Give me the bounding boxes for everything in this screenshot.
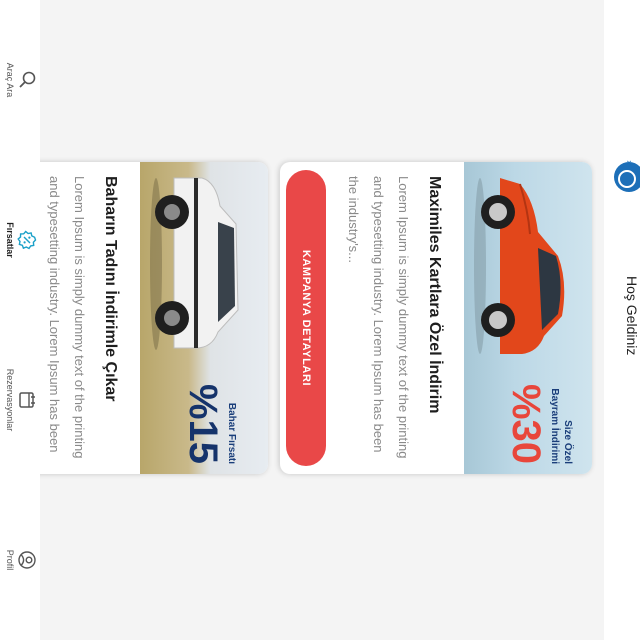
nav-label: Fırsatlar <box>5 222 15 258</box>
discount-promo: Bahar Fırsatı %15 <box>181 384 238 464</box>
app-header: × Hoş Geldiniz <box>604 0 640 640</box>
discount-percentage: %30 <box>504 383 548 464</box>
logo-close-icon[interactable]: × <box>624 160 634 165</box>
bottom-navigation: Araç Ara Fırsatlar Rezervasyonlar Profil <box>0 0 40 640</box>
discount-promo: Size Özel Bayram İndirimi %30 <box>504 384 574 464</box>
nav-item-reservations[interactable]: Rezervasyonlar <box>0 340 40 460</box>
promo-subtitle: Size Özel <box>562 420 573 464</box>
welcome-title: Hoş Geldiniz <box>624 276 640 356</box>
promo-subtitle: Bahar Fırsatı <box>226 402 237 464</box>
nav-item-deals[interactable]: Fırsatlar <box>0 180 40 300</box>
campaign-description: Lorem Ipsum is simply dummy text of the … <box>346 176 411 459</box>
white-suv-image <box>150 177 239 350</box>
campaign-banner: Size Özel Bayram İndirimi %30 <box>464 162 592 474</box>
red-car-image <box>474 178 565 354</box>
brand-logo-icon <box>614 162 640 192</box>
nav-label: Araç Ara <box>5 62 15 98</box>
promo-subtitle: Bayram İndirimi <box>549 388 560 464</box>
user-icon <box>18 551 36 569</box>
campaign-card[interactable]: Size Özel Bayram İndirimi %30 Maximiles … <box>280 162 592 474</box>
discount-badge-icon <box>17 230 37 250</box>
app-screen: × Hoş Geldiniz Size Özel Bayram İndirimi… <box>0 0 640 640</box>
campaign-title: Maximiles Kartlara Özel İndirim <box>426 176 443 414</box>
nav-label: Profil <box>5 549 15 571</box>
discount-percentage: %15 <box>181 383 225 464</box>
calendar-icon <box>19 392 35 408</box>
campaign-list: Size Özel Bayram İndirimi %30 Maximiles … <box>8 0 604 640</box>
campaign-title: Baharın Tadını İndirimle Çıkar <box>102 176 119 402</box>
nav-item-search[interactable]: Araç Ara <box>0 20 40 140</box>
campaign-card[interactable]: Bahar Fırsatı %15 Baharın Tadını İndirim… <box>8 162 268 474</box>
nav-label: Rezervasyonlar <box>5 368 15 432</box>
search-icon <box>19 71 36 88</box>
campaign-details-button[interactable]: KAMPANYA DETAYLARI <box>286 170 326 466</box>
campaign-banner: Bahar Fırsatı %15 <box>140 162 268 474</box>
nav-item-profile[interactable]: Profil <box>0 500 40 620</box>
